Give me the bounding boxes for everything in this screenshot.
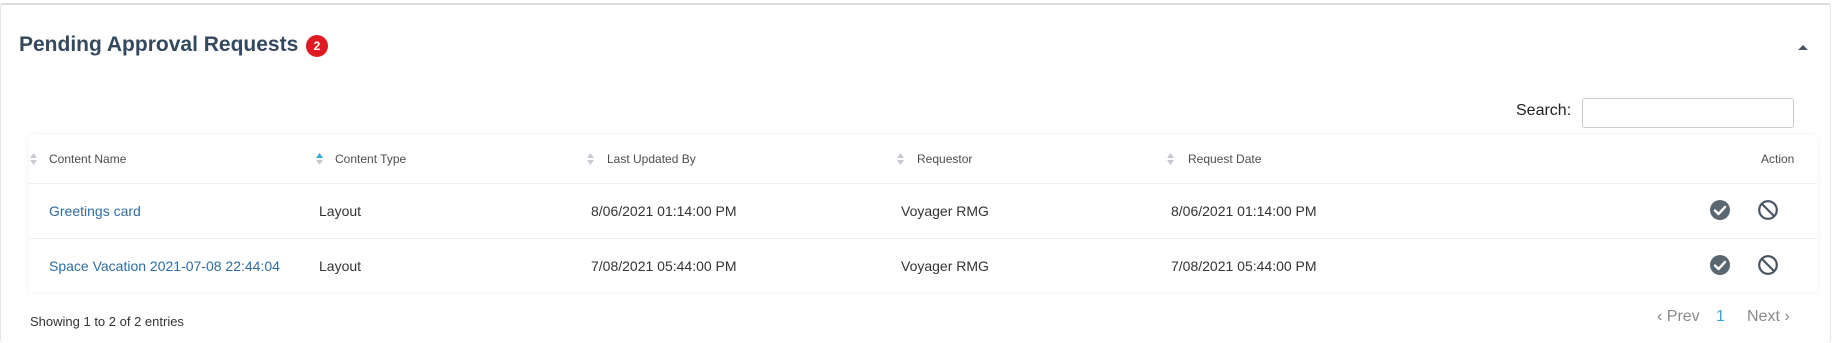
requestor-cell: Voyager RMG <box>901 258 989 274</box>
column-header-last-updated-by[interactable]: Last Updated By <box>607 152 696 166</box>
last-updated-by-cell: 8/06/2021 01:14:00 PM <box>591 203 737 219</box>
next-page-button[interactable]: Next › <box>1747 308 1790 326</box>
sort-icon[interactable] <box>1166 152 1175 166</box>
sort-icon[interactable] <box>29 152 38 166</box>
sort-icon[interactable] <box>896 152 905 166</box>
column-header-content-name[interactable]: Content Name <box>49 152 126 166</box>
caret-up-icon[interactable] <box>1793 37 1813 57</box>
content-name-link[interactable]: Greetings card <box>49 203 141 219</box>
prev-label: Prev <box>1666 308 1700 325</box>
content-type-cell: Layout <box>319 258 362 274</box>
search-label: Search: <box>1516 102 1572 119</box>
requestor-cell: Voyager RMG <box>901 203 989 219</box>
row-divider <box>29 238 1817 239</box>
check-circle-icon[interactable] <box>1709 254 1731 276</box>
page-number-button[interactable]: 1 <box>1716 308 1725 326</box>
chevron-right-icon: › <box>1784 308 1790 325</box>
column-header-request-date[interactable]: Request Date <box>1188 152 1261 166</box>
panel-title: Pending Approval Requests <box>19 33 299 56</box>
next-label: Next <box>1747 308 1780 325</box>
approval-requests-table: Content Name Content Type Last Updated B… <box>29 135 1817 292</box>
request-date-cell: 7/08/2021 05:44:00 PM <box>1171 258 1317 274</box>
column-header-requestor[interactable]: Requestor <box>917 152 972 166</box>
check-circle-icon[interactable] <box>1709 199 1731 221</box>
column-header-action: Action <box>1761 152 1795 166</box>
pending-count-badge: 2 <box>306 35 328 57</box>
request-date-cell: 8/06/2021 01:14:00 PM <box>1171 203 1317 219</box>
content-name-link[interactable]: Space Vacation 2021-07-08 22:44:04 <box>49 258 280 274</box>
content-type-cell: Layout <box>319 203 362 219</box>
sort-ascending-icon[interactable] <box>315 152 324 166</box>
column-header-content-type[interactable]: Content Type <box>335 152 406 166</box>
ban-icon[interactable] <box>1757 199 1779 221</box>
sort-icon[interactable] <box>586 152 595 166</box>
prev-page-button[interactable]: ‹ Prev <box>1657 308 1700 326</box>
row-divider <box>29 183 1817 184</box>
pending-approval-panel: Pending Approval Requests 2 Search: Cont… <box>0 3 1831 343</box>
entries-info: Showing 1 to 2 of 2 entries <box>30 314 184 329</box>
search-input[interactable] <box>1582 98 1794 128</box>
last-updated-by-cell: 7/08/2021 05:44:00 PM <box>591 258 737 274</box>
ban-icon[interactable] <box>1757 254 1779 276</box>
chevron-left-icon: ‹ <box>1657 308 1663 325</box>
